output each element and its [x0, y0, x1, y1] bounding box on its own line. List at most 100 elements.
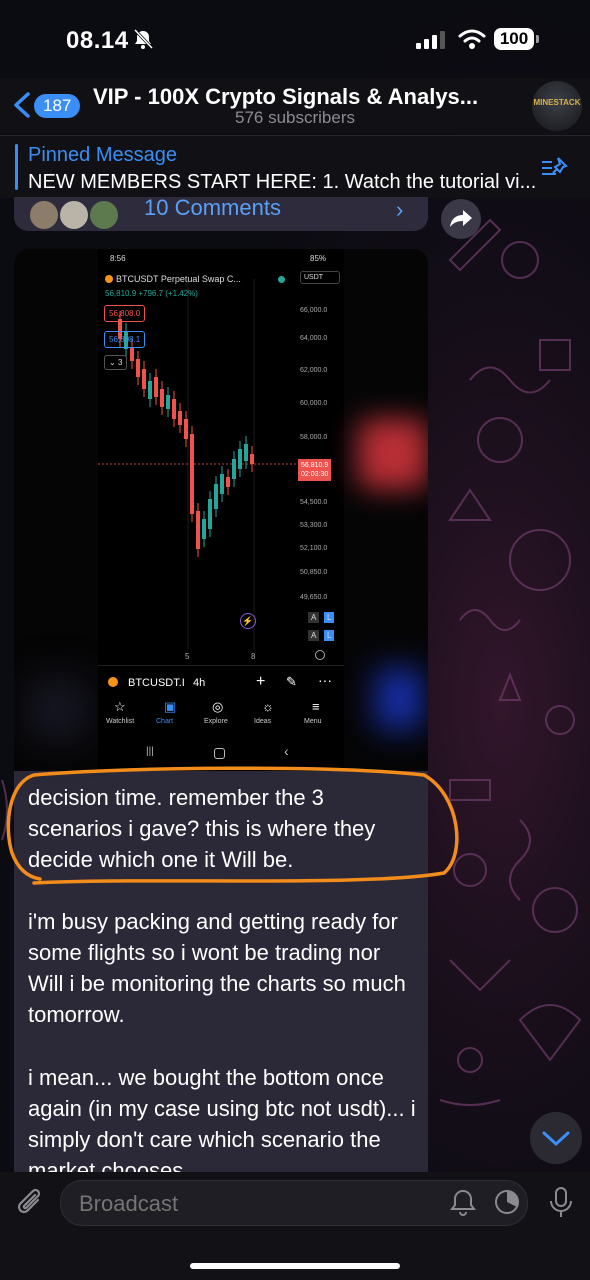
scroll-down-icon[interactable] [530, 1112, 582, 1164]
phone-battery: 85% [310, 254, 327, 263]
candle-body [172, 399, 176, 419]
blurred-area [376, 669, 422, 729]
symbol-logo [108, 677, 118, 687]
candle-body [154, 377, 158, 397]
cellular-signal-icon [416, 31, 445, 49]
plus-icon: + [256, 673, 266, 690]
candle-body [202, 519, 206, 539]
currency-select: USDT [300, 271, 341, 284]
candle-body [184, 419, 188, 439]
candle-body [166, 395, 170, 409]
share-forward-icon[interactable] [441, 199, 481, 239]
wifi-icon [458, 29, 486, 49]
draw-pen-icon: ✎ [286, 674, 297, 689]
comments-label: 10 Comments [144, 197, 281, 220]
commenter-avatar [88, 199, 120, 231]
app-nav-icon: ▣ [164, 699, 177, 714]
candle-body [238, 449, 242, 469]
settings-gear-icon [315, 650, 325, 660]
x-tick-label: 8 [251, 652, 256, 661]
current-price: 56,810.9 [301, 462, 329, 469]
message-paragraph: i mean... we bought the bottom once agai… [28, 1065, 416, 1183]
more-dots-icon: ··· [318, 672, 332, 688]
notification-bell-icon[interactable] [450, 1188, 476, 1216]
candle-body [148, 381, 152, 399]
mute-icon [133, 28, 154, 50]
message-bubble[interactable]: 8:56 85% BTCUSDT Perpetual Swap C... USD… [14, 249, 428, 1184]
alert-button: A [308, 630, 320, 641]
pinned-text: NEW MEMBERS START HERE: 1. Watch the tut… [28, 171, 537, 193]
price-tick-label: 60,000.0 [300, 400, 328, 407]
candle-body [250, 454, 254, 464]
candle-body [244, 444, 248, 461]
battery-tip [536, 35, 539, 43]
microphone-icon[interactable] [548, 1186, 574, 1220]
symbol-name: BTCUSDT.I [128, 677, 185, 689]
status-bar: 08.14 100 [0, 0, 590, 78]
candle-body [220, 474, 224, 494]
app-nav-label: Menu [304, 718, 322, 725]
interval-label: 4h [193, 677, 206, 689]
price-tick-label: 58,000.0 [300, 434, 328, 441]
candle-body [214, 484, 218, 509]
composer-bar [0, 1172, 590, 1280]
order-count-value: 3 [117, 358, 123, 367]
chat-header: 187 VIP - 100X Crypto Signals & Analys..… [0, 78, 590, 134]
app-nav-icon: ☼ [262, 699, 274, 714]
blurred-area [28, 679, 88, 739]
candle-body [178, 411, 182, 425]
phone-time: 8:56 [110, 254, 126, 263]
app-nav-icon: ☆ [114, 699, 126, 714]
app-nav-label: Ideas [254, 718, 272, 725]
attached-screenshot[interactable]: 8:56 85% BTCUSDT Perpetual Swap C... USD… [14, 249, 428, 771]
price-tick-label: 54,500.0 [300, 499, 328, 506]
android-back-icon: ‹ [284, 743, 289, 759]
x-tick-label: 5 [185, 652, 190, 661]
candle-countdown: 02:03:30 [301, 471, 329, 478]
price-tick-label: 49,650.0 [300, 594, 328, 601]
price-tick-label: 66,000.0 [300, 307, 328, 314]
candle-body [196, 511, 200, 549]
app-nav-label: Watchlist [106, 718, 135, 725]
message-paragraph: i'm busy packing and getting ready for s… [28, 909, 406, 1027]
chevron-right-icon: › [396, 197, 404, 222]
price-tick-label: 62,000.0 [300, 367, 328, 374]
app-nav-icon: ≡ [312, 699, 320, 714]
clock: 08.14 [66, 27, 129, 54]
app-nav-icon: ◎ [212, 699, 224, 714]
attach-paperclip-icon[interactable] [14, 1186, 46, 1220]
channel-title[interactable]: VIP - 100X Crypto Signals & Analys... [93, 84, 513, 110]
long-button: L [324, 612, 335, 623]
home-indicator [190, 1263, 400, 1269]
coin-logo [105, 275, 113, 283]
pinned-list-icon[interactable] [540, 156, 570, 180]
price-change: 56,810.9 +796.7 (+1.42%) [105, 289, 198, 298]
android-home-icon [214, 748, 225, 759]
commenter-avatar [28, 199, 60, 231]
price-tick-label: 50,850.0 [300, 569, 328, 576]
status-dot [278, 276, 285, 283]
current-price-label: 56,810.9 02:03:30 [298, 459, 332, 481]
channel-avatar[interactable]: MINESTACK [532, 81, 582, 131]
trading-chart [98, 279, 298, 649]
candle-body [190, 434, 194, 514]
sell-order-box: 56,808.0 [104, 305, 146, 322]
price-tick-label: 52,100.0 [300, 545, 328, 552]
candle-body [232, 459, 236, 479]
android-recents-icon: ||| [146, 746, 154, 757]
blurred-area [358, 419, 428, 489]
candle-body [226, 477, 230, 487]
toolbar-divider [98, 665, 344, 666]
long-button: L [324, 630, 335, 641]
broadcast-input[interactable] [77, 1181, 441, 1227]
schedule-timer-icon[interactable] [493, 1188, 521, 1216]
pair-title: BTCUSDT Perpetual Swap C... [116, 274, 241, 284]
candle-body [130, 347, 134, 361]
buy-order-box: 56,808.1 [104, 331, 146, 348]
comments-button[interactable]: 10 Comments › [14, 197, 428, 231]
app-nav-label: Explore [204, 718, 228, 725]
pinned-message-bar[interactable]: Pinned Message NEW MEMBERS START HERE: 1… [0, 135, 590, 198]
highlight-annotation [6, 766, 459, 885]
subscriber-count: 576 subscribers [234, 108, 355, 127]
candle-body [136, 359, 140, 377]
